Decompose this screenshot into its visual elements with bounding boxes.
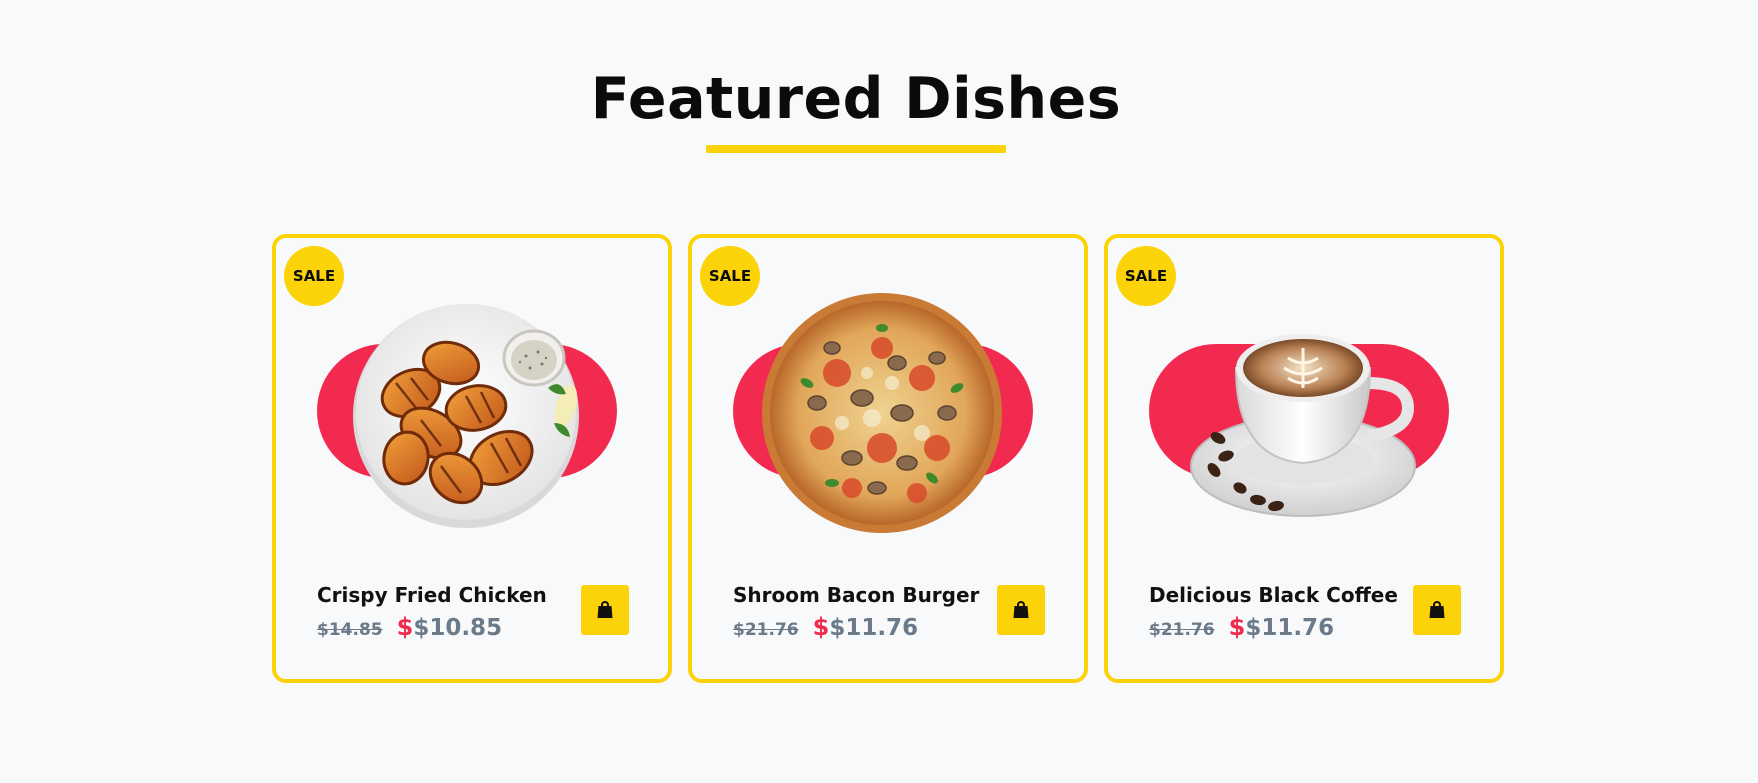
fried-chicken-image <box>353 304 579 528</box>
dish-card[interactable]: SALE <box>1104 234 1504 683</box>
coffee-cup-image <box>1190 334 1416 517</box>
sale-price: $11.76 <box>829 615 919 641</box>
dish-name: Delicious Black Coffee <box>1149 583 1398 607</box>
shopping-bag-icon <box>597 601 613 618</box>
sale-price: $10.85 <box>413 615 503 641</box>
old-price: $21.76 <box>733 620 799 640</box>
currency-symbol: $ <box>1228 613 1246 641</box>
old-price: $14.85 <box>317 620 383 640</box>
price-row: $14.85 $ $10.85 <box>317 613 502 641</box>
shopping-bag-icon <box>1013 601 1029 618</box>
currency-symbol: $ <box>396 613 414 641</box>
currency-symbol: $ <box>812 613 830 641</box>
old-price: $21.76 <box>1149 620 1215 640</box>
sale-price: $11.76 <box>1245 615 1335 641</box>
add-to-cart-button[interactable] <box>1413 585 1461 635</box>
dish-card[interactable]: SALE <box>688 234 1088 683</box>
price-row: $21.76 $ $11.76 <box>1149 613 1334 641</box>
sale-badge: SALE <box>1116 246 1176 306</box>
sale-badge: SALE <box>700 246 760 306</box>
add-to-cart-button[interactable] <box>581 585 629 635</box>
dish-name: Crispy Fried Chicken <box>317 583 547 607</box>
section-title: Featured Dishes <box>590 66 1122 132</box>
price-row: $21.76 $ $11.76 <box>733 613 918 641</box>
sale-badge: SALE <box>284 246 344 306</box>
dish-card[interactable]: SALE <box>272 234 672 683</box>
shopping-bag-icon <box>1429 601 1445 618</box>
pizza-image <box>762 293 1002 533</box>
title-underline <box>706 145 1006 153</box>
featured-dishes-section: Featured Dishes SALE Crispy Fried Chicke… <box>0 0 1758 783</box>
dish-name: Shroom Bacon Burger <box>733 583 980 607</box>
add-to-cart-button[interactable] <box>997 585 1045 635</box>
